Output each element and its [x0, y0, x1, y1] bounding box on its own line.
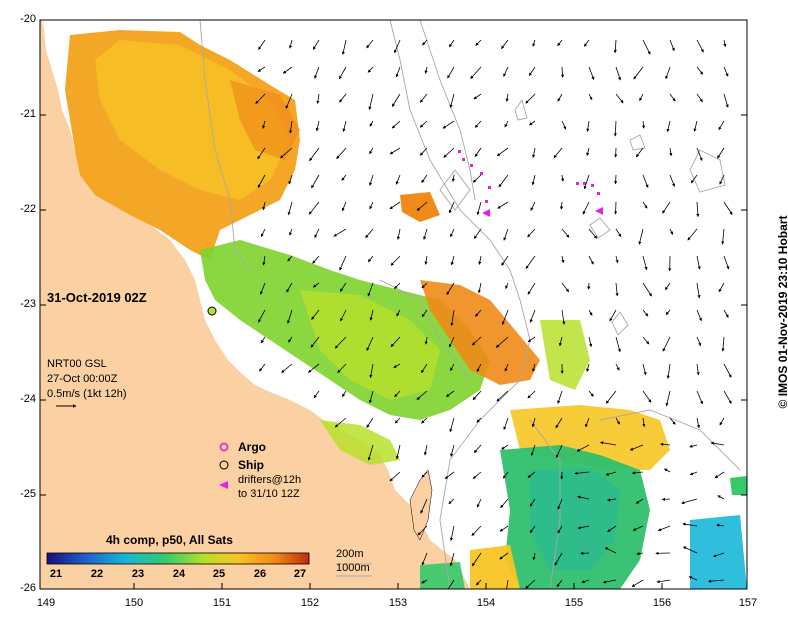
current-vector	[614, 174, 618, 185]
colorbar-tick: 25	[212, 568, 226, 580]
lat-tick: -21	[20, 108, 36, 120]
current-vector	[661, 497, 671, 501]
credit-label: © IMOS 01-Nov-2019 23:10 Hobart	[776, 215, 788, 409]
legend-argo-label: Argo	[238, 440, 266, 454]
lon-tick: 157	[738, 597, 758, 609]
isobath-deep-label: 1000m	[336, 562, 370, 574]
colorbar-tick: 22	[90, 568, 104, 580]
colorbar-tick: 24	[172, 568, 186, 580]
lon-tick: 151	[212, 597, 232, 609]
lon-tick: 149	[36, 597, 56, 609]
ship-marker	[207, 306, 217, 316]
lon-tick: 155	[564, 597, 584, 609]
lon-tick: 152	[300, 597, 320, 609]
colorbar-tick: 26	[253, 568, 267, 580]
legend-ship-label: Ship	[238, 458, 264, 472]
lon-tick: 154	[476, 597, 496, 609]
scale-arrow-label: 0.5m/s (1kt 12h)	[47, 388, 127, 400]
lat-tick: -22	[20, 203, 36, 215]
legend-drifters-date: to 31/10 12Z	[238, 488, 300, 500]
colorbar	[46, 552, 310, 565]
current-source-label: NRT00 GSL	[47, 358, 107, 370]
lon-tick: 156	[652, 597, 672, 609]
legend-drifters-label: drifters@12h	[238, 474, 302, 486]
colorbar-tick: 27	[293, 568, 307, 580]
colorbar-tick: 21	[49, 568, 63, 580]
current-date-label: 27-Oct 00:00Z	[47, 373, 118, 385]
colorbar-tick: 23	[131, 568, 145, 580]
timestamp-label: 31-Oct-2019 02Z	[47, 290, 147, 305]
lat-tick: -20	[20, 13, 36, 25]
colorbar-title: 4h comp, p50, All Sats	[106, 533, 233, 547]
lat-tick: -25	[20, 488, 36, 500]
lon-tick: 150	[124, 597, 144, 609]
current-vector	[614, 201, 618, 215]
lat-tick: -26	[20, 582, 36, 594]
lat-tick: -23	[20, 298, 36, 310]
lat-tick: -24	[20, 393, 36, 405]
sst-map	[39, 19, 748, 590]
lon-tick: 153	[388, 597, 408, 609]
isobath-shallow-label: 200m	[336, 548, 364, 560]
